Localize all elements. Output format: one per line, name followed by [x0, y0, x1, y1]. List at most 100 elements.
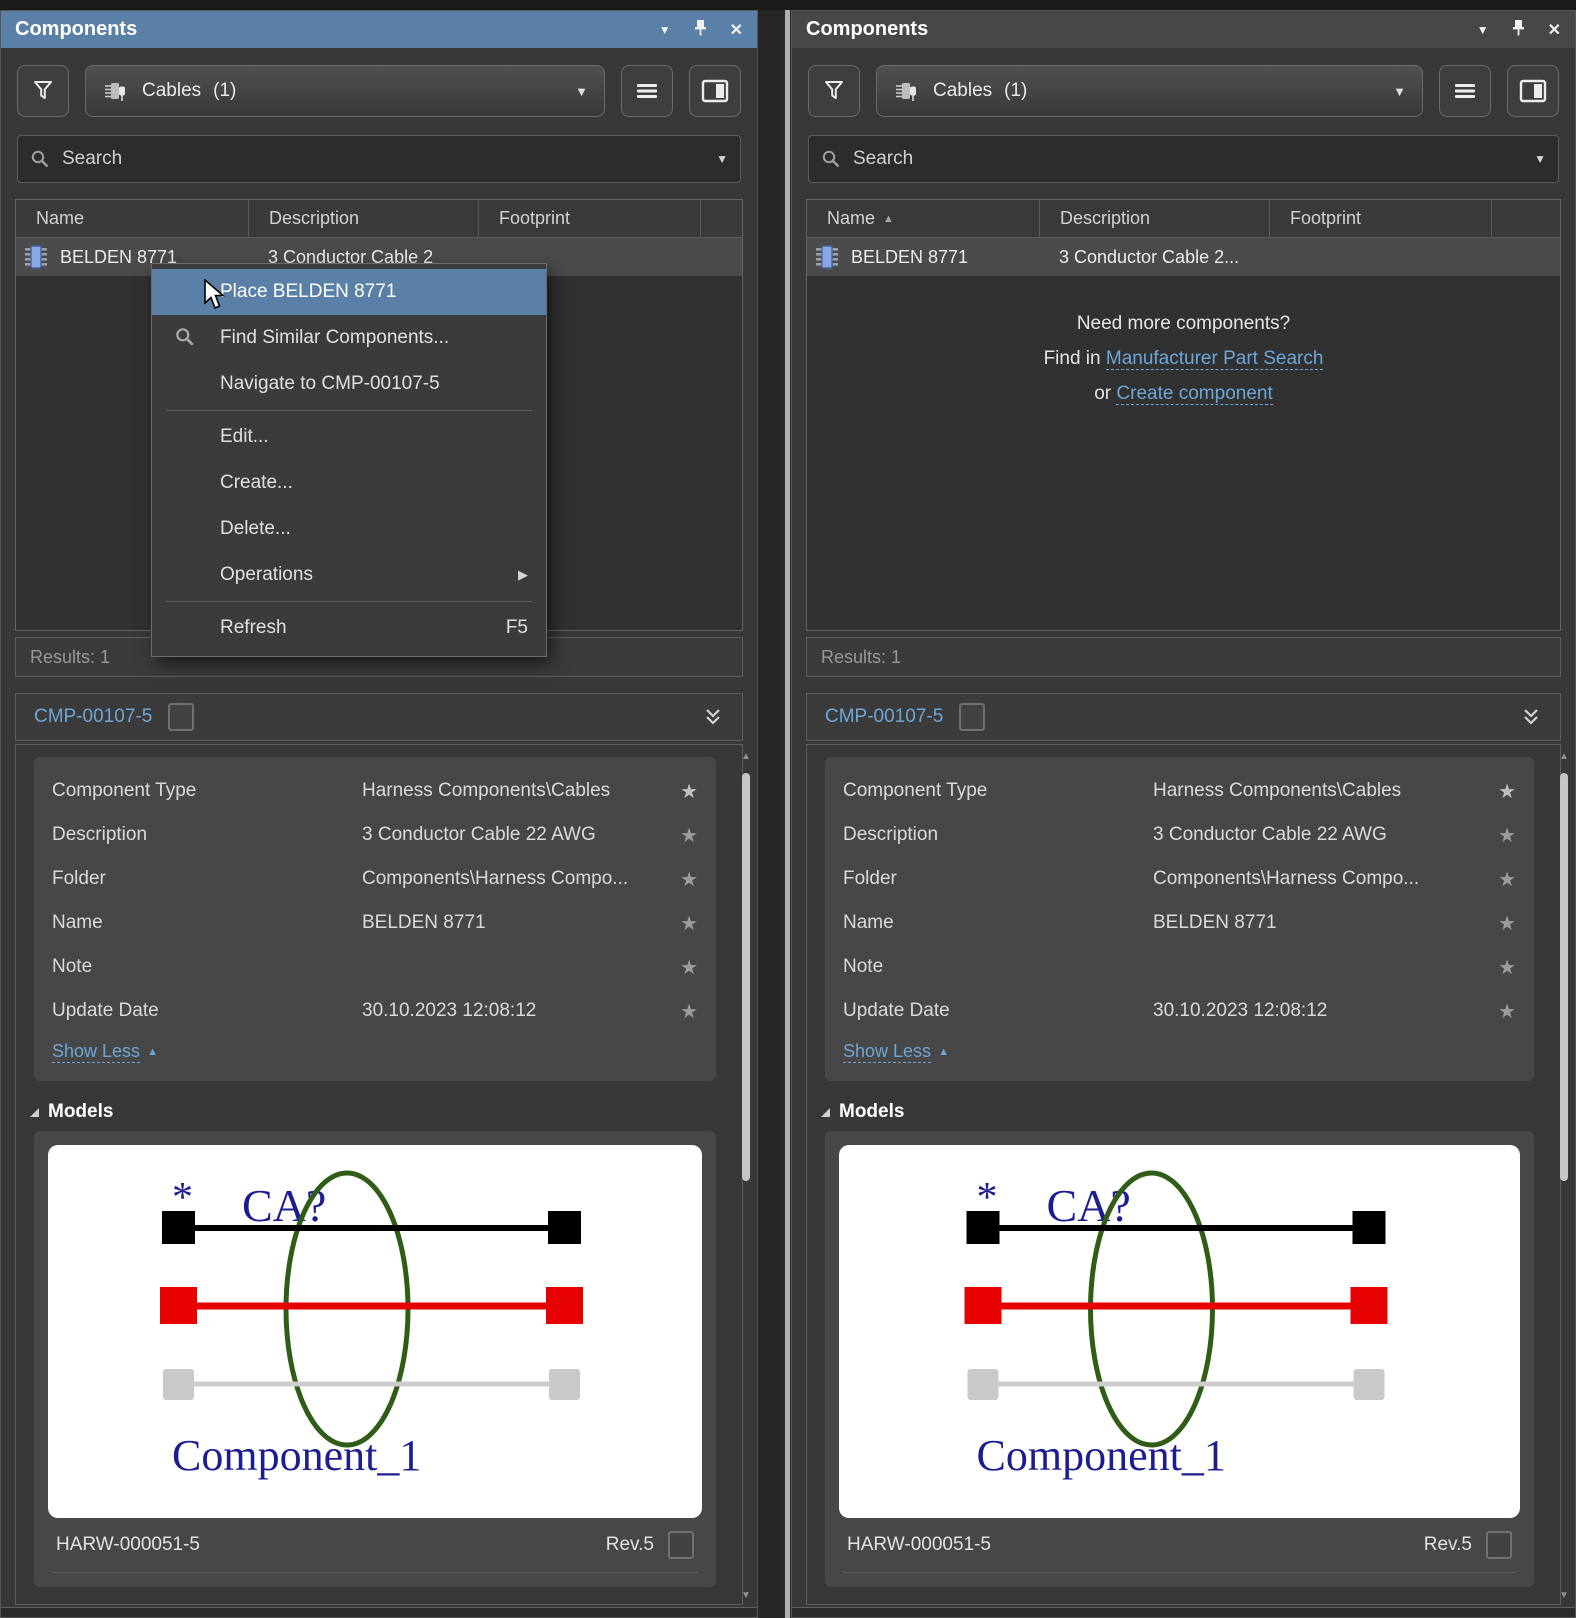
favorite-star-icon[interactable]: ★ [1498, 911, 1516, 936]
empty-state-title: Need more components? [807, 306, 1560, 341]
close-icon[interactable]: ✕ [730, 20, 743, 40]
close-icon[interactable]: ✕ [1548, 20, 1561, 40]
models-section-header[interactable]: Models [821, 1101, 1560, 1123]
collapsed-section-strip [1, 1607, 757, 1617]
collapse-double-chevron-icon[interactable] [1520, 707, 1542, 727]
favorite-star-icon[interactable]: ★ [680, 779, 698, 804]
scrollbar[interactable]: ▲ ▼ [1557, 751, 1571, 1601]
svg-text:CA?: CA? [1047, 1180, 1131, 1231]
scroll-up-icon[interactable]: ▲ [1557, 751, 1571, 762]
scroll-down-icon[interactable]: ▼ [1557, 1590, 1571, 1601]
component-chip-icon [24, 244, 48, 270]
manufacturer-part-search-link[interactable]: Manufacturer Part Search [1106, 348, 1324, 370]
column-header-name[interactable]: Name [16, 200, 248, 237]
favorite-star-icon[interactable]: ★ [680, 955, 698, 980]
svg-text:CA?: CA? [242, 1180, 326, 1231]
svg-text:Component_1: Component_1 [172, 1431, 421, 1480]
favorite-star-icon[interactable]: ★ [1498, 867, 1516, 892]
splitter-handle[interactable] [785, 10, 790, 1618]
component-chip-icon [815, 244, 839, 270]
panel-titlebar: Components ▼ ✕ [792, 11, 1575, 48]
model-preview: * CA? Component_1 [839, 1145, 1520, 1518]
property-row: Note★ [843, 945, 1516, 989]
workspace: Components ▼ ✕ Cables (1) ▼ [0, 0, 1576, 1618]
scroll-up-icon[interactable]: ▲ [739, 751, 753, 762]
hamburger-icon [635, 81, 659, 101]
scroll-down-icon[interactable]: ▼ [739, 1590, 753, 1601]
panel-titlebar: Components ▼ ✕ [1, 11, 757, 48]
column-header-description[interactable]: Description [1039, 200, 1269, 237]
menu-item-create[interactable]: Create... [152, 460, 546, 506]
favorite-star-icon[interactable]: ★ [680, 911, 698, 936]
scrollbar-thumb[interactable] [1560, 773, 1568, 1181]
filter-button[interactable] [808, 65, 860, 117]
favorite-star-icon[interactable]: ★ [1498, 779, 1516, 804]
component-id-link[interactable]: CMP-00107-5 [34, 706, 152, 728]
favorite-star-icon[interactable]: ★ [1498, 823, 1516, 848]
category-dropdown[interactable]: Cables (1) ▼ [876, 65, 1423, 117]
menu-separator [166, 601, 532, 602]
properties-card: Component TypeHarness Components\Cables★… [34, 757, 716, 1081]
component-detail-header: CMP-00107-5 [15, 693, 743, 741]
detail-section: Component TypeHarness Components\Cables★… [15, 744, 743, 1605]
divider [843, 1572, 1516, 1573]
favorite-star-icon[interactable]: ★ [680, 823, 698, 848]
search-history-caret-icon[interactable]: ▼ [716, 152, 728, 166]
panel-menu-caret-icon[interactable]: ▼ [659, 23, 671, 37]
collapse-double-chevron-icon[interactable] [702, 707, 724, 727]
search-history-caret-icon[interactable]: ▼ [1534, 152, 1546, 166]
create-component-link[interactable]: Create component [1116, 383, 1272, 405]
component-checkbox[interactable] [959, 703, 985, 731]
section-collapse-icon [30, 1108, 39, 1117]
components-table: Name▲ Description Footprint BELDEN 8771 … [806, 199, 1561, 631]
components-panel-left: Components ▼ ✕ Cables (1) ▼ [0, 10, 758, 1618]
column-header-footprint[interactable]: Footprint [478, 200, 700, 237]
list-view-button[interactable] [1439, 65, 1491, 117]
favorite-star-icon[interactable]: ★ [1498, 999, 1516, 1024]
property-row: Component TypeHarness Components\Cables★ [52, 769, 698, 813]
property-row: Note★ [52, 945, 698, 989]
component-checkbox[interactable] [168, 703, 194, 731]
filter-button[interactable] [17, 65, 69, 117]
model-checkbox[interactable] [668, 1531, 694, 1559]
panel-layout-button[interactable] [1507, 65, 1559, 117]
menu-item-navigate[interactable]: Navigate to CMP-00107-5 [152, 361, 546, 407]
menu-item-refresh[interactable]: RefreshF5 [152, 605, 546, 651]
menu-item-delete[interactable]: Delete... [152, 506, 546, 552]
scrollbar[interactable]: ▲ ▼ [739, 751, 753, 1601]
menu-item-edit[interactable]: Edit... [152, 414, 546, 460]
split-view-icon [1519, 79, 1547, 103]
table-row[interactable]: BELDEN 8771 3 Conductor Cable 2... [807, 238, 1560, 276]
panel-title: Components [806, 18, 928, 41]
submenu-arrow-icon: ▶ [518, 567, 528, 583]
property-row: Description3 Conductor Cable 22 AWG★ [52, 813, 698, 857]
pin-icon[interactable] [693, 19, 708, 41]
column-header-name[interactable]: Name▲ [807, 200, 1039, 237]
detail-section: Component TypeHarness Components\Cables★… [806, 744, 1561, 1605]
menu-item-find-similar[interactable]: Find Similar Components... [152, 315, 546, 361]
model-checkbox[interactable] [1486, 1531, 1512, 1559]
favorite-star-icon[interactable]: ★ [1498, 955, 1516, 980]
favorite-star-icon[interactable]: ★ [680, 999, 698, 1024]
panel-splitter[interactable] [758, 10, 791, 1618]
show-less-link[interactable]: Show Less▲ [843, 1041, 949, 1063]
menu-separator [166, 410, 532, 411]
models-section-header[interactable]: Models [30, 1101, 742, 1123]
category-dropdown[interactable]: Cables (1) ▼ [85, 65, 605, 117]
search-input[interactable] [62, 148, 704, 170]
category-label: Cables [933, 80, 992, 102]
component-id-link[interactable]: CMP-00107-5 [825, 706, 943, 728]
funnel-icon [31, 79, 55, 103]
svg-text:Component_1: Component_1 [977, 1431, 1226, 1480]
favorite-star-icon[interactable]: ★ [680, 867, 698, 892]
search-input[interactable] [853, 148, 1522, 170]
show-less-link[interactable]: Show Less▲ [52, 1041, 158, 1063]
column-header-footprint[interactable]: Footprint [1269, 200, 1491, 237]
pin-icon[interactable] [1511, 19, 1526, 41]
panel-menu-caret-icon[interactable]: ▼ [1477, 23, 1489, 37]
list-view-button[interactable] [621, 65, 673, 117]
menu-item-operations[interactable]: Operations▶ [152, 552, 546, 598]
column-header-description[interactable]: Description [248, 200, 478, 237]
scrollbar-thumb[interactable] [742, 773, 750, 1181]
panel-layout-button[interactable] [689, 65, 741, 117]
